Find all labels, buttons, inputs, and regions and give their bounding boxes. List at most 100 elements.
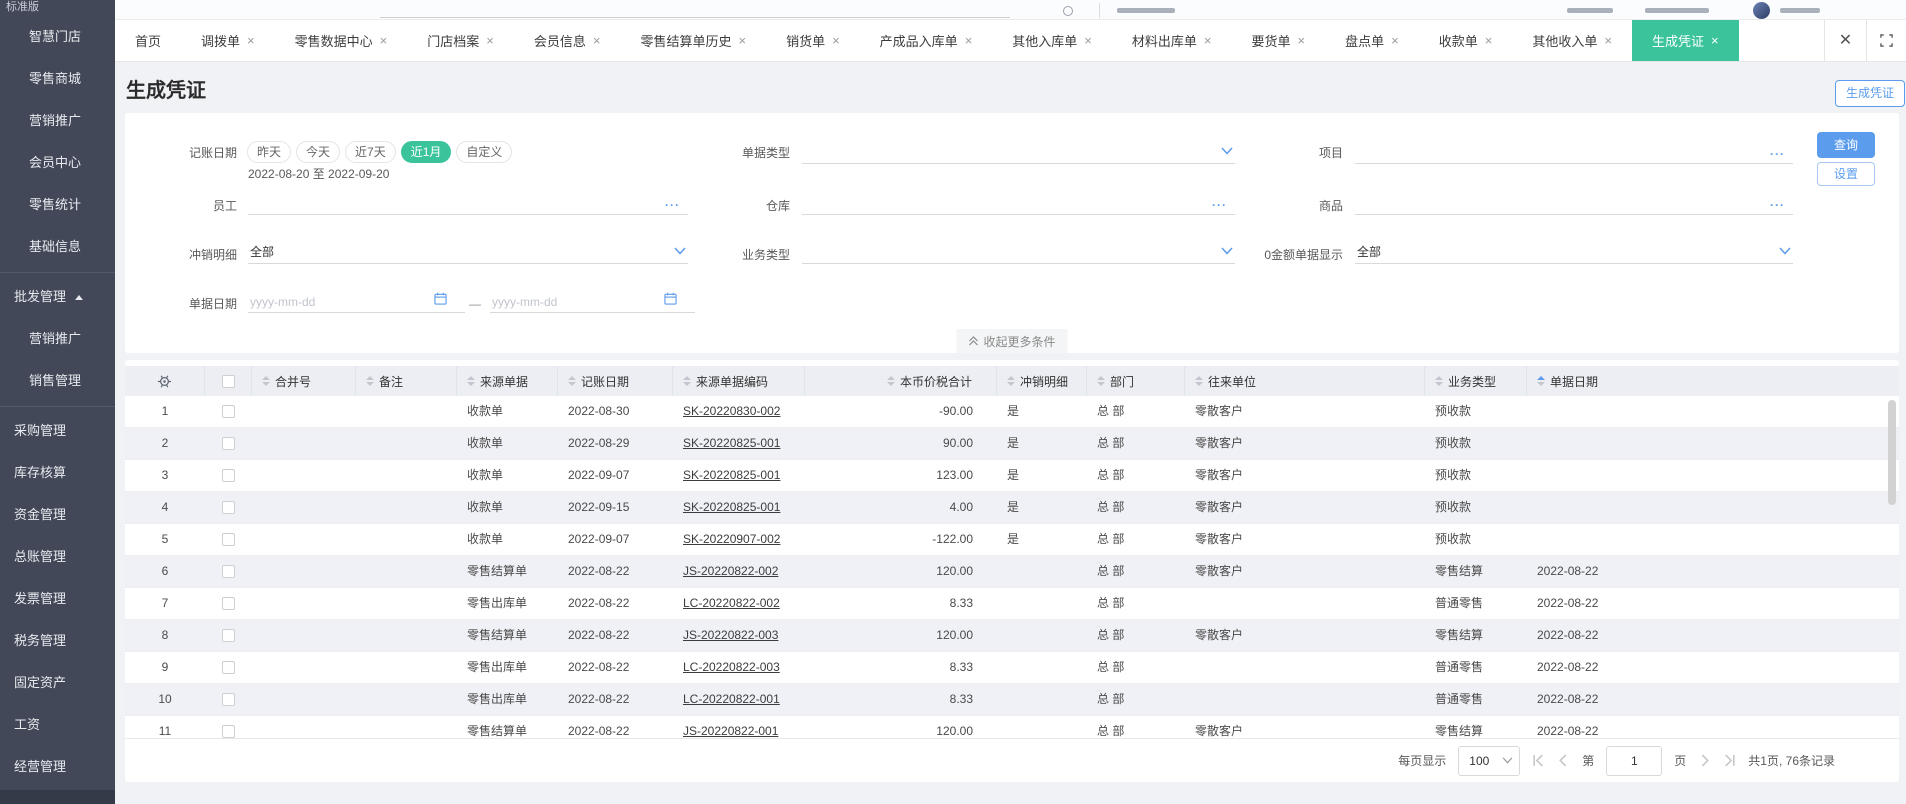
column-header-来源单据编码[interactable]: 来源单据编码 bbox=[673, 366, 805, 396]
tab-要货单[interactable]: 要货单 × bbox=[1232, 20, 1326, 61]
more-icon[interactable]: ··· bbox=[1770, 198, 1785, 212]
sidebar-item-发票管理[interactable]: 发票管理 bbox=[0, 578, 115, 620]
calendar-icon[interactable] bbox=[664, 292, 677, 308]
quick-range-近1月[interactable]: 近1月 bbox=[400, 141, 452, 163]
close-tab-icon[interactable]: × bbox=[486, 33, 494, 48]
sidebar-item-总账管理[interactable]: 总账管理 bbox=[0, 536, 115, 578]
column-header-往来单位[interactable]: 往来单位 bbox=[1185, 366, 1425, 396]
generate-voucher-button[interactable]: 生成凭证 bbox=[1835, 80, 1905, 107]
next-page-button[interactable] bbox=[1698, 754, 1711, 767]
more-icon[interactable]: ··· bbox=[665, 198, 680, 212]
tab-其他入库单[interactable]: 其他入库单 × bbox=[992, 20, 1112, 61]
sidebar-item-库存核算[interactable]: 库存核算 bbox=[0, 452, 115, 494]
row-checkbox[interactable] bbox=[222, 469, 235, 483]
source-doc-link[interactable]: LC-20220822-003 bbox=[683, 660, 780, 674]
doc-date-start-input[interactable]: yyyy-mm-dd bbox=[248, 289, 465, 313]
sort-icon[interactable] bbox=[683, 376, 691, 386]
tab-零售结算单历史[interactable]: 零售结算单历史 × bbox=[620, 20, 766, 61]
quick-range-近7天[interactable]: 近7天 bbox=[345, 141, 396, 163]
table-row[interactable]: 9 零售出库单 2022-08-22 LC-20220822-003 8.33 总 部 普通… bbox=[125, 652, 1899, 684]
sidebar-item-资金管理[interactable]: 资金管理 bbox=[0, 494, 115, 536]
table-row[interactable]: 6 零售结算单 2022-08-22 JS-20220822-002 120.00 总 部… bbox=[125, 556, 1899, 588]
row-checkbox[interactable] bbox=[222, 437, 235, 451]
goods-field[interactable]: ··· bbox=[1355, 191, 1793, 215]
quick-range-昨天[interactable]: 昨天 bbox=[247, 141, 292, 163]
top-search-underline[interactable] bbox=[380, 17, 1010, 18]
column-header-部门[interactable]: 部门 bbox=[1087, 366, 1185, 396]
query-button[interactable]: 查询 bbox=[1817, 132, 1875, 158]
column-header-单据日期[interactable]: 单据日期 bbox=[1527, 366, 1899, 396]
sidebar-item-经营管理[interactable]: 经营管理 bbox=[0, 746, 115, 788]
table-row[interactable]: 1 收款单 2022-08-30 SK-20220830-002 -90.00 是 总 部 零… bbox=[125, 396, 1899, 428]
employee-field[interactable]: ··· bbox=[248, 191, 688, 215]
table-row[interactable]: 8 零售结算单 2022-08-22 JS-20220822-003 120.00 总 部… bbox=[125, 620, 1899, 652]
source-doc-link[interactable]: JS-20220822-002 bbox=[683, 564, 778, 578]
column-header-冲销明细[interactable]: 冲销明细 bbox=[997, 366, 1087, 396]
column-header-业务类型[interactable]: 业务类型 bbox=[1425, 366, 1527, 396]
close-tab-icon[interactable]: × bbox=[1391, 33, 1399, 48]
quick-range-自定义[interactable]: 自定义 bbox=[456, 141, 513, 163]
writeoff-select[interactable]: 全部 bbox=[248, 240, 688, 264]
sidebar-item-营销推广[interactable]: 营销推广 bbox=[0, 100, 115, 142]
tab-门店档案[interactable]: 门店档案 × bbox=[407, 20, 514, 61]
close-tab-icon[interactable]: × bbox=[593, 33, 601, 48]
tab-生成凭证[interactable]: 生成凭证 × bbox=[1631, 20, 1739, 61]
source-doc-link[interactable]: JS-20220822-001 bbox=[683, 724, 778, 738]
sort-icon[interactable] bbox=[568, 376, 576, 386]
row-checkbox[interactable] bbox=[222, 693, 235, 707]
sidebar-item-零售商城[interactable]: 零售商城 bbox=[0, 58, 115, 100]
table-row[interactable]: 5 收款单 2022-09-07 SK-20220907-002 -122.00 是 总 部… bbox=[125, 524, 1899, 556]
row-checkbox[interactable] bbox=[222, 501, 235, 515]
column-settings-gear[interactable] bbox=[125, 366, 205, 396]
table-row[interactable]: 11 零售结算单 2022-08-22 JS-20220822-001 120.00 总 … bbox=[125, 716, 1899, 738]
column-header-本币价税合计[interactable]: 本币价税合计 bbox=[805, 366, 997, 396]
table-row[interactable]: 2 收款单 2022-08-29 SK-20220825-001 90.00 是 总 部 零散… bbox=[125, 428, 1899, 460]
sort-icon[interactable] bbox=[366, 376, 374, 386]
more-icon[interactable]: ··· bbox=[1212, 198, 1227, 212]
close-tab-icon[interactable]: × bbox=[832, 33, 840, 48]
tab-首页[interactable]: 首页 bbox=[115, 20, 181, 61]
first-page-button[interactable] bbox=[1532, 754, 1545, 767]
row-checkbox[interactable] bbox=[222, 661, 235, 675]
settings-button[interactable]: 设置 bbox=[1817, 162, 1875, 186]
avatar[interactable] bbox=[1753, 2, 1770, 19]
fullscreen-icon[interactable] bbox=[1866, 20, 1906, 61]
source-doc-link[interactable]: SK-20220825-001 bbox=[683, 436, 780, 450]
source-doc-link[interactable]: SK-20220825-001 bbox=[683, 468, 780, 482]
sidebar-item-税务管理[interactable]: 税务管理 bbox=[0, 620, 115, 662]
sort-icon[interactable] bbox=[1007, 376, 1015, 386]
close-all-tabs-icon[interactable]: ✕ bbox=[1824, 20, 1866, 61]
sort-icon[interactable] bbox=[1195, 376, 1203, 386]
tab-销货单[interactable]: 销货单 × bbox=[766, 20, 860, 61]
sort-icon[interactable] bbox=[467, 376, 475, 386]
sidebar-item-采购管理[interactable]: 采购管理 bbox=[0, 410, 115, 452]
sidebar-item-固定资产[interactable]: 固定资产 bbox=[0, 662, 115, 704]
row-checkbox[interactable] bbox=[222, 725, 235, 738]
tab-调拨单[interactable]: 调拨单 × bbox=[181, 20, 275, 61]
doc-date-end-input[interactable]: yyyy-mm-dd bbox=[490, 289, 695, 313]
table-row[interactable]: 4 收款单 2022-09-15 SK-20220825-001 4.00 是 总 部 零散客… bbox=[125, 492, 1899, 524]
sort-icon[interactable] bbox=[1537, 376, 1545, 386]
tab-会员信息[interactable]: 会员信息 × bbox=[514, 20, 621, 61]
close-tab-icon[interactable]: × bbox=[247, 33, 255, 48]
close-tab-icon[interactable]: × bbox=[1204, 33, 1212, 48]
project-field[interactable]: ··· bbox=[1355, 140, 1793, 164]
column-header-合并号[interactable]: 合并号 bbox=[252, 366, 356, 396]
sidebar-item-营销推广[interactable]: 营销推广 bbox=[0, 318, 115, 360]
table-row[interactable]: 7 零售出库单 2022-08-22 LC-20220822-002 8.33 总 部 普通… bbox=[125, 588, 1899, 620]
sort-icon[interactable] bbox=[1097, 376, 1105, 386]
column-header-记账日期[interactable]: 记账日期 bbox=[558, 366, 673, 396]
tab-其他收入单[interactable]: 其他收入单 × bbox=[1512, 20, 1632, 61]
close-tab-icon[interactable]: × bbox=[380, 33, 388, 48]
table-row[interactable]: 3 收款单 2022-09-07 SK-20220825-001 123.00 是 总 部 零… bbox=[125, 460, 1899, 492]
close-tab-icon[interactable]: × bbox=[1084, 33, 1092, 48]
row-checkbox[interactable] bbox=[222, 533, 235, 547]
sidebar-item-零售统计[interactable]: 零售统计 bbox=[0, 184, 115, 226]
row-checkbox[interactable] bbox=[222, 629, 235, 643]
close-tab-icon[interactable]: × bbox=[1485, 33, 1493, 48]
last-page-button[interactable] bbox=[1723, 754, 1736, 767]
doc-type-field[interactable] bbox=[802, 140, 1235, 164]
source-doc-link[interactable]: JS-20220822-003 bbox=[683, 628, 778, 642]
source-doc-link[interactable]: SK-20220825-001 bbox=[683, 500, 780, 514]
table-row[interactable]: 10 零售出库单 2022-08-22 LC-20220822-001 8.33 总 部 普… bbox=[125, 684, 1899, 716]
